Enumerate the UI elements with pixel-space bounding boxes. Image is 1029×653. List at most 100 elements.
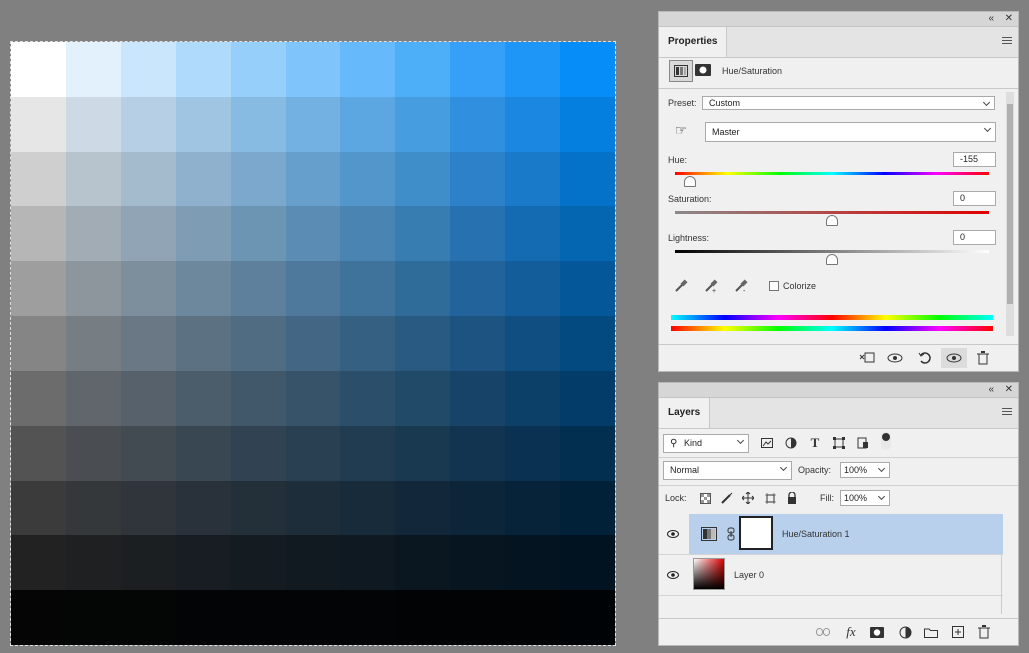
filter-adjustment-icon[interactable] [783,435,799,451]
collapse-double-chevron-icon[interactable]: « [988,12,994,26]
reset-icon[interactable] [917,350,933,366]
add-mask-icon[interactable] [869,624,885,640]
filter-smart-object-icon[interactable] [855,435,871,451]
filter-pixel-icon[interactable] [759,435,775,451]
layers-scrollbar[interactable] [1001,514,1002,614]
fill-input[interactable]: 100% [840,490,890,506]
color-swatch [395,151,451,207]
opacity-input[interactable]: 100% [840,462,890,478]
properties-scrollbar[interactable] [1006,92,1014,336]
tab-layers[interactable]: Layers [659,398,711,428]
new-layer-icon[interactable] [950,624,966,640]
color-swatch [505,96,561,152]
eyedropper-icon[interactable] [673,278,689,294]
color-swatch [65,316,121,371]
filter-type-icon[interactable]: T [807,435,823,451]
saturation-input[interactable]: 0 [953,191,996,206]
eyedropper-add-icon[interactable]: + [703,278,719,294]
channel-dropdown[interactable]: Master [705,122,996,142]
clip-to-layer-icon[interactable] [859,350,875,366]
color-swatch [340,480,396,536]
lock-image-pixels-icon[interactable] [719,490,735,506]
hue-input[interactable]: -155 [953,152,996,167]
layer-thumbnail[interactable] [693,558,725,590]
toggle-visibility-icon[interactable] [941,348,967,368]
lightness-input[interactable]: 0 [953,230,996,245]
color-swatch [340,96,396,152]
layer-visibility-eye-icon[interactable] [667,569,679,581]
color-swatch [340,370,396,426]
color-swatch [505,535,561,591]
delete-layer-icon[interactable] [976,624,992,640]
color-swatch [450,425,506,481]
color-swatch [65,370,121,426]
close-icon[interactable]: ✕ [1005,383,1013,397]
hue-result-bar-top [671,315,993,320]
lock-transparent-pixels-icon[interactable] [697,490,713,506]
collapse-double-chevron-icon[interactable]: « [988,383,994,397]
layer-row[interactable]: Layer 0 [659,555,1003,596]
color-swatch [560,151,615,207]
color-swatch [120,316,176,371]
layer-visibility-eye-icon[interactable] [667,528,679,540]
color-swatch [340,151,396,207]
svg-text:-: - [743,288,746,293]
color-swatch [450,96,506,152]
document-canvas[interactable] [10,41,616,646]
new-group-folder-icon[interactable] [923,624,939,640]
layer-row[interactable]: Hue/Saturation 1 [659,514,1003,555]
layer-name[interactable]: Layer 0 [734,570,764,580]
color-swatch [175,425,231,481]
color-swatch [505,480,561,536]
view-previous-state-icon[interactable] [887,350,903,366]
color-swatch [285,42,341,97]
color-swatch [175,590,231,645]
panel-menu-icon[interactable] [1002,37,1012,46]
eyedropper-subtract-icon[interactable]: - [733,278,749,294]
targeted-adjustment-hand-icon[interactable]: ☞ [673,122,689,138]
color-swatch [230,480,286,536]
layer-mask-icon[interactable] [695,62,711,78]
preset-dropdown[interactable]: Custom [702,96,995,110]
color-swatch-grid [11,42,615,645]
panel-menu-icon[interactable] [1002,408,1012,417]
color-swatch [505,206,561,262]
lock-position-icon[interactable] [740,490,756,506]
panel-title-bar[interactable]: « ✕ [659,12,1018,27]
color-swatch [395,535,451,591]
delete-adjustment-icon[interactable] [975,350,991,366]
layer-filter-dropdown[interactable]: ⚲ Kind [663,434,749,453]
layers-bottom-bar: fx [659,618,1018,645]
color-swatch [120,96,176,152]
filter-toggle-icon[interactable] [881,432,891,450]
layer-style-fx-icon[interactable]: fx [843,624,859,640]
color-swatch [65,96,121,152]
layer-name[interactable]: Hue/Saturation 1 [782,529,850,539]
color-swatch [395,316,451,371]
panel-title-bar[interactable]: « ✕ [659,383,1018,398]
blend-mode-dropdown[interactable]: Normal [663,461,792,480]
lock-all-icon[interactable] [784,490,800,506]
link-layers-icon[interactable] [815,624,831,640]
hue-slider-track[interactable] [675,172,989,175]
close-icon[interactable]: ✕ [1005,12,1013,26]
mask-link-chain-icon[interactable] [727,526,735,542]
color-swatch [11,480,66,536]
layer-mask-thumbnail[interactable] [739,516,773,550]
saturation-slider-track[interactable] [675,211,989,214]
color-swatch [450,535,506,591]
color-swatch [285,316,341,371]
new-adjustment-layer-icon[interactable] [897,624,913,640]
lightness-slider-track[interactable] [675,250,989,253]
properties-panel: « ✕ Properties Hue/Saturation Preset: Cu… [658,11,1019,372]
colorize-checkbox[interactable] [769,281,779,291]
adjustment-layer-icon[interactable] [669,60,693,82]
color-swatch [340,425,396,481]
color-swatch [230,96,286,152]
lock-artboard-icon[interactable] [762,490,778,506]
filter-shape-icon[interactable] [831,435,847,451]
tab-properties[interactable]: Properties [659,27,728,57]
color-swatch [120,370,176,426]
color-swatch [230,370,286,426]
color-swatch [11,316,66,371]
